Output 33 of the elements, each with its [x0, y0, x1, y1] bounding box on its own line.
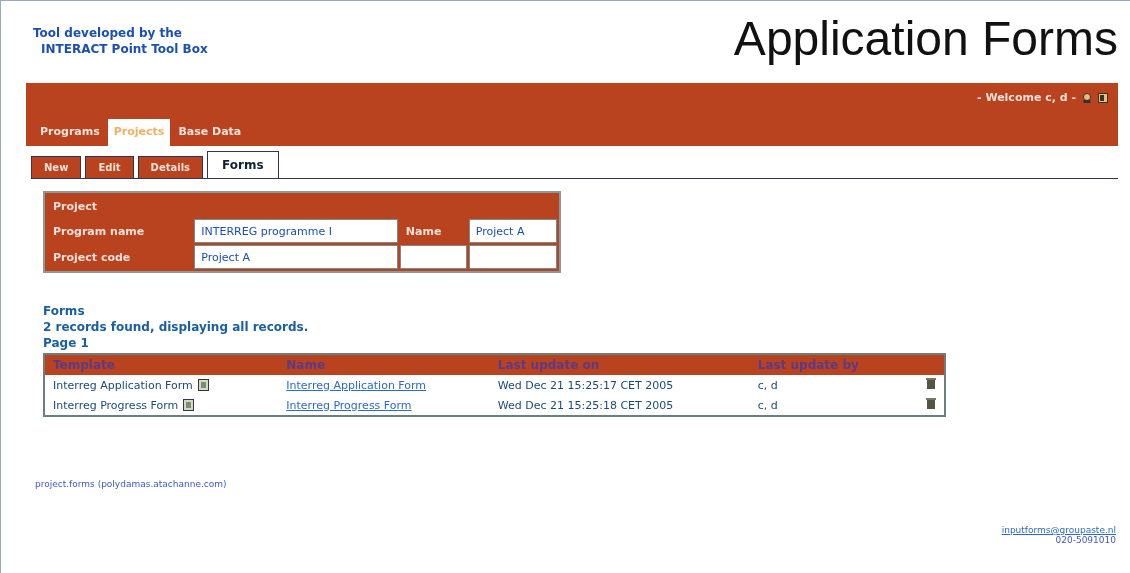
- page-title: Application Forms: [733, 11, 1118, 67]
- field-value: INTERREG programme I: [194, 219, 398, 243]
- page-number: Page 1: [43, 335, 90, 351]
- records-summary: 2 records found, displaying all records.: [43, 319, 310, 335]
- credit-text: INTERACT Point Tool Box: [40, 41, 208, 57]
- person-icon[interactable]: [1082, 92, 1092, 103]
- document-icon[interactable]: [183, 399, 195, 411]
- table-cell-text: Wed Dec 21 15:25:18 CET 2005: [496, 397, 675, 414]
- document-icon[interactable]: [197, 379, 209, 391]
- email-link[interactable]: inputforms@groupaste.nl: [1001, 525, 1116, 535]
- exit-icon[interactable]: [1098, 92, 1108, 103]
- sub-tab[interactable]: New: [31, 156, 82, 178]
- template-name: Interreg Progress Form: [53, 398, 179, 412]
- phone-number: 020-5091010: [1055, 535, 1116, 545]
- sub-tab[interactable]: Edit: [85, 156, 134, 178]
- form-link[interactable]: Interreg Application Form: [286, 378, 427, 392]
- welcome-text: - Welcome c, d -: [977, 91, 1076, 104]
- table-cell-text: c, d: [756, 377, 779, 394]
- nav-tab[interactable]: Base Data: [172, 119, 248, 146]
- template-name: Interreg Application Form: [53, 378, 193, 392]
- table-cell-text: c, d: [756, 397, 779, 414]
- credit-text: Tool developed by the: [33, 25, 183, 41]
- field-value: Project A: [468, 219, 557, 243]
- field-value: Project A: [194, 245, 398, 269]
- footer-text: project.forms (polydamas.atachanne.com): [35, 479, 228, 489]
- section-heading: Forms: [43, 303, 86, 319]
- trash-icon[interactable]: [926, 378, 936, 389]
- form-link[interactable]: Interreg Progress Form: [286, 398, 412, 412]
- trash-icon[interactable]: [926, 398, 936, 409]
- table-cell-text: Wed Dec 21 15:25:17 CET 2005: [496, 377, 675, 394]
- sub-tab[interactable]: Forms: [207, 151, 279, 178]
- sub-tab[interactable]: Details: [137, 156, 203, 178]
- nav-tab[interactable]: Programs: [34, 119, 106, 146]
